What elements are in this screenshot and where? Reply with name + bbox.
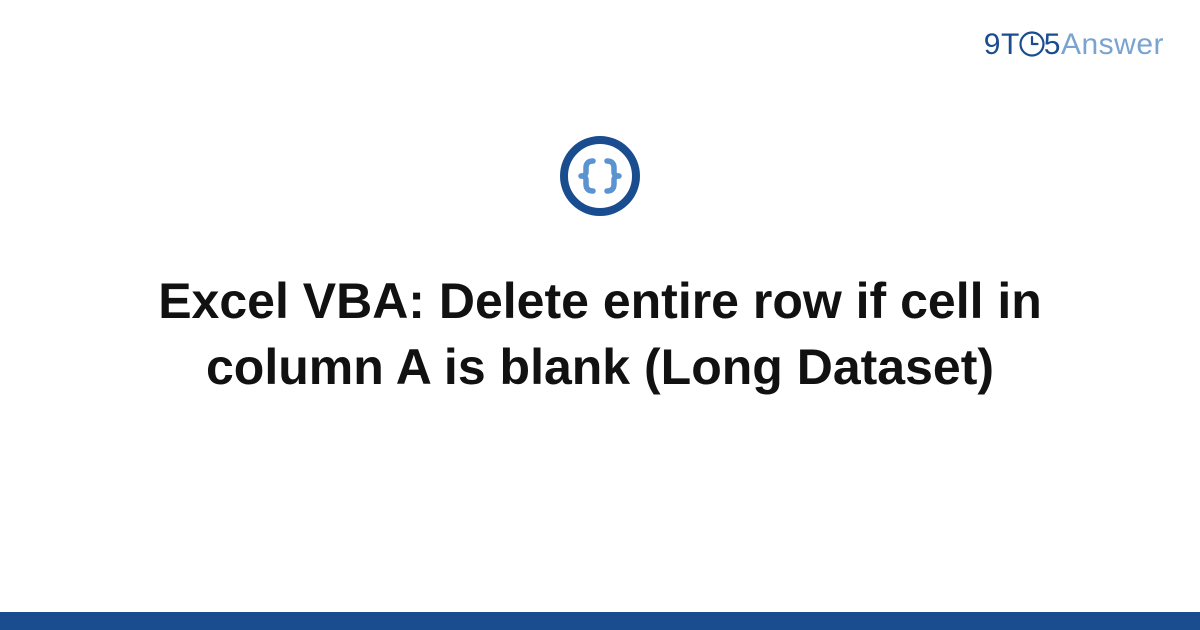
site-logo: 9T5Answer	[984, 28, 1164, 62]
logo-answer: Answer	[1061, 28, 1164, 61]
page-title: Excel VBA: Delete entire row if cell in …	[70, 268, 1130, 400]
logo-nine: 9	[984, 28, 1001, 61]
clock-icon	[1019, 31, 1045, 57]
code-braces-icon	[559, 135, 641, 217]
logo-t: T	[1001, 28, 1020, 61]
accent-bar	[0, 612, 1200, 630]
logo-five: 5	[1044, 28, 1061, 61]
